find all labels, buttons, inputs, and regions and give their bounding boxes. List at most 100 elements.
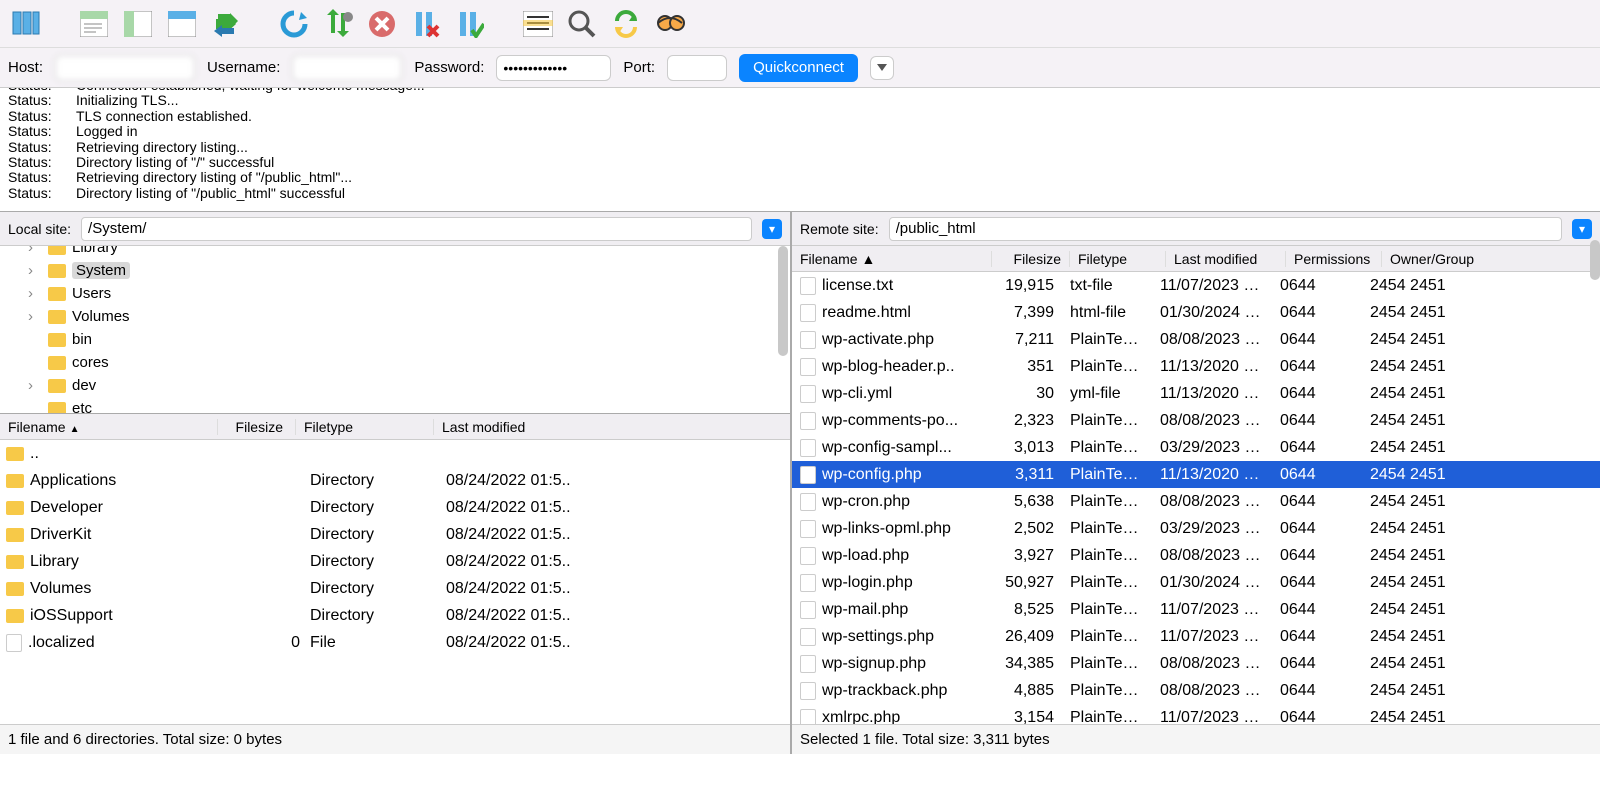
file-row[interactable]: .. [0, 440, 790, 467]
host-label: Host: [8, 59, 43, 76]
file-row[interactable]: readme.html7,399html-file01/30/2024 1...… [792, 299, 1600, 326]
username-input[interactable] [292, 55, 402, 81]
file-row[interactable]: wp-settings.php26,409PlainTextT..11/07/2… [792, 623, 1600, 650]
password-input[interactable] [496, 55, 611, 81]
file-row[interactable]: .localized0File08/24/2022 01:5.. [0, 629, 790, 656]
folder-icon [48, 264, 66, 278]
file-icon [800, 520, 816, 538]
file-row[interactable]: wp-signup.php34,385PlainTextT..08/08/202… [792, 650, 1600, 677]
log-row: Status:Logged in [8, 124, 1592, 139]
local-col-size[interactable]: Filesize [226, 419, 296, 435]
reconnect-button[interactable] [450, 4, 490, 44]
file-row[interactable]: wp-config-sampl...3,013PlainTextT..03/29… [792, 434, 1600, 461]
folder-icon [48, 402, 66, 415]
tree-item[interactable]: cores [0, 351, 790, 374]
file-row[interactable]: wp-load.php3,927PlainTextT..08/08/2023 1… [792, 542, 1600, 569]
file-icon [800, 601, 816, 619]
toggle-log-button[interactable] [74, 4, 114, 44]
log-row: Status:Initializing TLS... [8, 93, 1592, 108]
sort-asc-icon: ▲ [858, 251, 876, 267]
file-row[interactable]: DeveloperDirectory08/24/2022 01:5.. [0, 494, 790, 521]
file-icon [800, 547, 816, 565]
file-row[interactable]: iOSSupportDirectory08/24/2022 01:5.. [0, 602, 790, 629]
remote-file-header[interactable]: Filename ▲ Filesize Filetype Last modifi… [792, 246, 1600, 272]
compare-button[interactable] [562, 4, 602, 44]
tree-item[interactable]: ›System [0, 259, 790, 282]
file-row[interactable]: wp-login.php50,927PlainTextT..01/30/2024… [792, 569, 1600, 596]
quickconnect-button[interactable]: Quickconnect [739, 54, 858, 82]
file-row[interactable]: xmlrpc.php3,154PlainTextT..11/07/2023 1.… [792, 704, 1600, 724]
local-col-type[interactable]: Filetype [304, 419, 434, 435]
process-queue-button[interactable] [318, 4, 358, 44]
cancel-button[interactable] [362, 4, 402, 44]
file-row[interactable]: ApplicationsDirectory08/24/2022 01:5.. [0, 467, 790, 494]
tree-item[interactable]: ›Volumes [0, 305, 790, 328]
log-row: Status:Retrieving directory listing... [8, 140, 1592, 155]
local-file-header[interactable]: Filename▲ Filesize Filetype Last modifie… [0, 414, 790, 440]
tree-item[interactable]: etc [0, 397, 790, 414]
tree-item[interactable]: ›dev [0, 374, 790, 397]
file-icon [800, 655, 816, 673]
search-button[interactable] [650, 4, 690, 44]
file-icon [800, 493, 816, 511]
remote-file-list[interactable]: license.txt19,915txt-file11/07/2023 1...… [792, 272, 1600, 724]
local-col-modified[interactable]: Last modified [442, 419, 582, 435]
local-path-dropdown[interactable]: ▾ [762, 219, 782, 239]
remote-path-input[interactable] [889, 217, 1562, 241]
file-row[interactable]: DriverKitDirectory08/24/2022 01:5.. [0, 521, 790, 548]
remote-col-owner[interactable]: Owner/Group [1382, 251, 1600, 267]
disconnect-button[interactable] [406, 4, 446, 44]
username-label: Username: [207, 59, 280, 76]
file-row[interactable]: wp-config.php3,311PlainTextT..11/13/2020… [792, 461, 1600, 488]
file-row[interactable]: wp-links-opml.php2,502PlainTextT..03/29/… [792, 515, 1600, 542]
file-icon [800, 385, 816, 403]
file-row[interactable]: license.txt19,915txt-file11/07/2023 1...… [792, 272, 1600, 299]
local-tree[interactable]: ›Library›System›Users›Volumesbincores›de… [0, 246, 790, 414]
message-log[interactable]: Status:Connection established, waiting f… [0, 88, 1600, 212]
remote-status-bar: Selected 1 file. Total size: 3,311 bytes [792, 724, 1600, 754]
folder-icon [48, 287, 66, 301]
file-row[interactable]: wp-activate.php7,211PlainTextT..08/08/20… [792, 326, 1600, 353]
file-row[interactable]: wp-cron.php5,638PlainTextT..08/08/2023 1… [792, 488, 1600, 515]
remote-col-name[interactable]: Filename [800, 251, 858, 267]
file-row[interactable]: wp-blog-header.p..351PlainTextT..11/13/2… [792, 353, 1600, 380]
file-icon [800, 412, 816, 430]
local-col-name[interactable]: Filename [8, 419, 66, 435]
file-icon [800, 574, 816, 592]
port-input[interactable] [667, 55, 727, 81]
password-label: Password: [414, 59, 484, 76]
local-site-bar: Local site: ▾ [0, 212, 790, 246]
file-icon [800, 628, 816, 646]
sync-browse-button[interactable] [606, 4, 646, 44]
quickconnect-bar: Host: Username: Password: Port: Quickcon… [0, 48, 1600, 88]
file-row[interactable]: wp-mail.php8,525PlainTextT..11/07/2023 1… [792, 596, 1600, 623]
remote-path-dropdown[interactable]: ▾ [1572, 219, 1592, 239]
quickconnect-dropdown[interactable] [870, 56, 894, 80]
remote-site-label: Remote site: [800, 221, 879, 237]
tree-item[interactable]: bin [0, 328, 790, 351]
host-input[interactable] [55, 55, 195, 81]
file-row[interactable]: wp-comments-po...2,323PlainTextT..08/08/… [792, 407, 1600, 434]
file-row[interactable]: wp-trackback.php4,885PlainTextT..08/08/2… [792, 677, 1600, 704]
refresh-button[interactable] [274, 4, 314, 44]
log-row: Status:Directory listing of "/" successf… [8, 155, 1592, 170]
remote-col-modified[interactable]: Last modified [1166, 251, 1286, 267]
site-manager-button[interactable] [6, 4, 46, 44]
remote-col-permissions[interactable]: Permissions [1286, 251, 1382, 267]
file-row[interactable]: wp-cli.yml30yml-file11/13/2020 0...06442… [792, 380, 1600, 407]
local-path-input[interactable] [81, 217, 752, 241]
toggle-local-tree-button[interactable] [118, 4, 158, 44]
file-icon [800, 304, 816, 322]
file-row[interactable]: LibraryDirectory08/24/2022 01:5.. [0, 548, 790, 575]
toggle-queue-button[interactable] [206, 4, 246, 44]
tree-item[interactable]: ›Users [0, 282, 790, 305]
toggle-remote-tree-button[interactable] [162, 4, 202, 44]
filter-button[interactable] [518, 4, 558, 44]
tree-item[interactable]: ›Library [0, 246, 790, 259]
local-tree-scrollbar[interactable] [778, 246, 788, 356]
local-file-list[interactable]: ..ApplicationsDirectory08/24/2022 01:5..… [0, 440, 790, 724]
remote-col-size[interactable]: Filesize [992, 251, 1070, 267]
remote-col-type[interactable]: Filetype [1070, 251, 1166, 267]
remote-scrollbar[interactable] [1590, 240, 1600, 280]
file-row[interactable]: VolumesDirectory08/24/2022 01:5.. [0, 575, 790, 602]
